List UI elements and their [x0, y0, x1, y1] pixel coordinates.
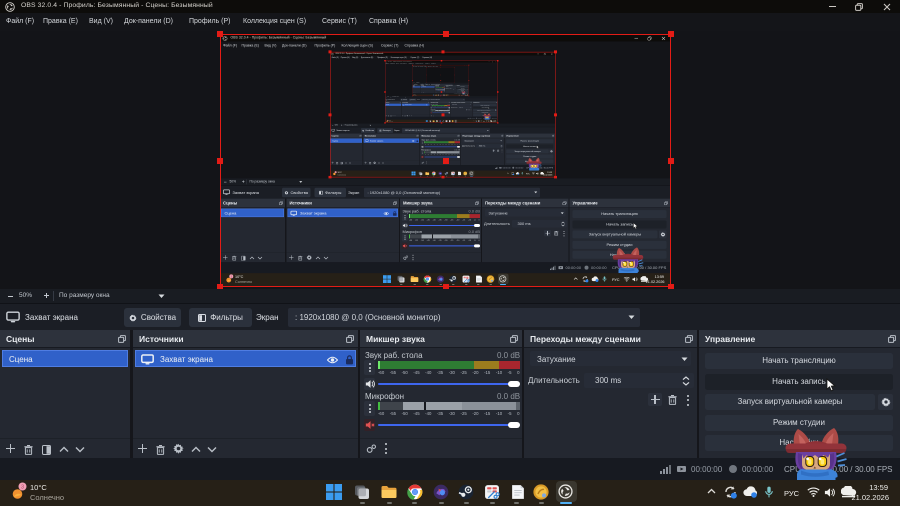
svg-text:3: 3: [21, 485, 24, 491]
